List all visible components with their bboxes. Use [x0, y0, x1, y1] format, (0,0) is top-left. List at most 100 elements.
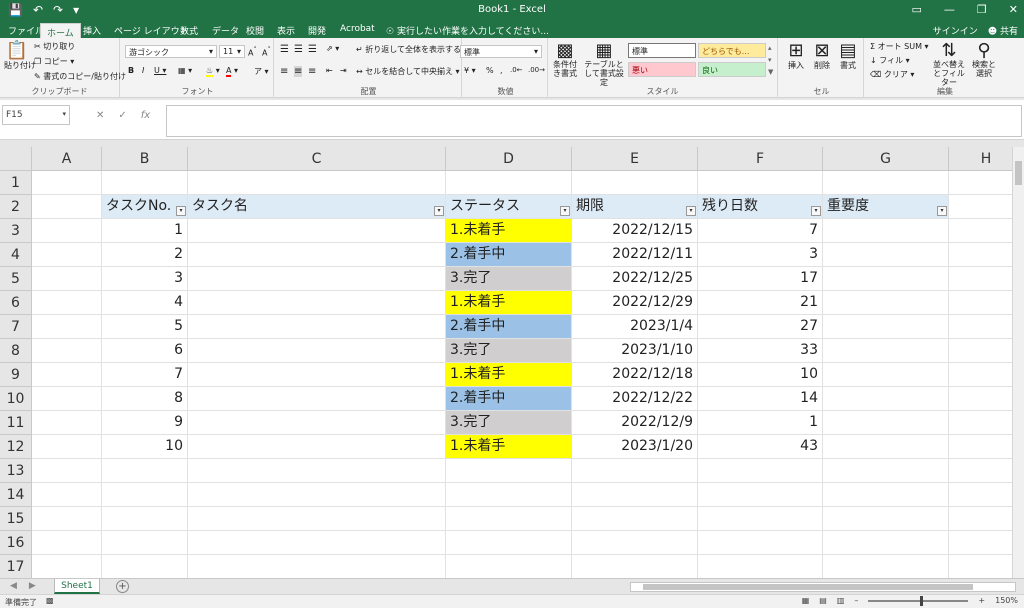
underline-button[interactable]: U ▾ [154, 66, 166, 75]
cell-a11[interactable] [32, 411, 102, 435]
tab-acrobat[interactable]: Acrobat [340, 24, 375, 34]
normal-view-icon[interactable]: ▦ [802, 596, 810, 605]
page-break-view-icon[interactable]: ▥ [837, 596, 845, 605]
fill-button[interactable]: ↓ フィル ▾ [870, 55, 910, 66]
due-date-cell[interactable]: 2022/12/9 [572, 411, 698, 435]
table-header-cell[interactable]: タスク名 ▾ [188, 195, 446, 219]
cell-d1[interactable] [446, 171, 572, 195]
tab-home[interactable]: ホーム [40, 23, 81, 39]
filter-dropdown-icon[interactable]: ▾ [937, 206, 947, 216]
row-header-12[interactable]: 12 [0, 435, 32, 459]
formula-input[interactable] [166, 105, 1022, 137]
days-left-cell[interactable]: 10 [698, 363, 823, 387]
column-header-c[interactable]: C [188, 147, 446, 171]
cell-f15[interactable] [698, 507, 823, 531]
due-date-cell[interactable]: 2023/1/10 [572, 339, 698, 363]
wrap-text-button[interactable]: ↵ 折り返して全体を表示する [356, 44, 461, 55]
cell-a3[interactable] [32, 219, 102, 243]
row-header-9[interactable]: 9 [0, 363, 32, 387]
filter-dropdown-icon[interactable]: ▾ [176, 206, 186, 216]
due-date-cell[interactable]: 2022/12/18 [572, 363, 698, 387]
filter-dropdown-icon[interactable]: ▾ [811, 206, 821, 216]
status-cell[interactable]: 1.未着手 [446, 363, 572, 387]
delete-cells-button[interactable]: ⊠ 削除 [810, 42, 834, 71]
task-name-cell[interactable] [188, 291, 446, 315]
task-name-cell[interactable] [188, 243, 446, 267]
status-cell[interactable]: 2.着手中 [446, 315, 572, 339]
task-no-cell[interactable]: 7 [102, 363, 188, 387]
task-no-cell[interactable]: 4 [102, 291, 188, 315]
cell-g15[interactable] [823, 507, 949, 531]
function-icon[interactable]: fx [141, 110, 150, 121]
cell-d17[interactable] [446, 555, 572, 578]
align-top-icon[interactable]: ☰ [280, 44, 289, 55]
horizontal-scrollbar[interactable] [630, 582, 1016, 592]
days-left-cell[interactable]: 27 [698, 315, 823, 339]
table-header-cell[interactable]: 重要度 ▾ [823, 195, 949, 219]
task-name-cell[interactable] [188, 339, 446, 363]
filter-dropdown-icon[interactable]: ▾ [434, 206, 444, 216]
due-date-cell[interactable]: 2022/12/11 [572, 243, 698, 267]
sort-filter-button[interactable]: ⇅ 並べ替えとフィルター [930, 42, 968, 88]
name-box[interactable]: F15 ▾ [2, 105, 70, 125]
row-header-17[interactable]: 17 [0, 555, 32, 578]
cell-a4[interactable] [32, 243, 102, 267]
column-header-d[interactable]: D [446, 147, 572, 171]
font-grow-button[interactable]: A˄ [248, 46, 257, 58]
cell-e1[interactable] [572, 171, 698, 195]
days-left-cell[interactable]: 43 [698, 435, 823, 459]
status-cell[interactable]: 1.未着手 [446, 219, 572, 243]
increase-indent-icon[interactable]: ⇥ [340, 66, 347, 75]
cell-c1[interactable] [188, 171, 446, 195]
column-header-e[interactable]: E [572, 147, 698, 171]
cell-b1[interactable] [102, 171, 188, 195]
tab-view[interactable]: 表示 [277, 24, 295, 37]
row-header-16[interactable]: 16 [0, 531, 32, 555]
next-sheet-icon[interactable]: ▶ [29, 581, 36, 591]
status-cell[interactable]: 1.未着手 [446, 291, 572, 315]
cell-c15[interactable] [188, 507, 446, 531]
task-no-cell[interactable]: 6 [102, 339, 188, 363]
cell-c13[interactable] [188, 459, 446, 483]
priority-cell[interactable] [823, 315, 949, 339]
cell-f1[interactable] [698, 171, 823, 195]
task-name-cell[interactable] [188, 363, 446, 387]
row-header-15[interactable]: 15 [0, 507, 32, 531]
decrease-indent-icon[interactable]: ⇤ [326, 66, 333, 75]
style-good[interactable]: 良い [698, 62, 766, 77]
tab-insert[interactable]: 挿入 [83, 24, 101, 37]
copy-button[interactable]: ❐ コピー ▾ [34, 56, 74, 67]
format-painter-button[interactable]: ✎ 書式のコピー/貼り付け [34, 71, 126, 82]
task-no-cell[interactable]: 9 [102, 411, 188, 435]
cell-d14[interactable] [446, 483, 572, 507]
priority-cell[interactable] [823, 435, 949, 459]
fill-color-button[interactable]: ♨ ▾ [206, 66, 220, 77]
insert-cells-button[interactable]: ⊞ 挿入 [784, 42, 808, 71]
cell-a5[interactable] [32, 267, 102, 291]
priority-cell[interactable] [823, 363, 949, 387]
task-name-cell[interactable] [188, 267, 446, 291]
days-left-cell[interactable]: 17 [698, 267, 823, 291]
cell-b14[interactable] [102, 483, 188, 507]
priority-cell[interactable] [823, 387, 949, 411]
spreadsheet-grid[interactable]: ABCDEFGH 1 2 3 4 5 6 7 8 9 10 11 12 13 14 15 16 17 タスクNo… [0, 147, 1024, 578]
task-no-cell[interactable]: 5 [102, 315, 188, 339]
status-cell[interactable]: 3.完了 [446, 339, 572, 363]
cell-e13[interactable] [572, 459, 698, 483]
cell-d16[interactable] [446, 531, 572, 555]
align-left-icon[interactable]: ≡ [280, 66, 288, 77]
merge-center-button[interactable]: ↔ セルを結合して中央揃え ▾ [356, 66, 460, 77]
share-button[interactable]: ☻ 共有 [988, 24, 1018, 37]
cell-a1[interactable] [32, 171, 102, 195]
zoom-slider-thumb[interactable] [920, 595, 924, 606]
row-header-2[interactable]: 2 [0, 195, 32, 219]
comma-button[interactable]: , [500, 66, 503, 75]
days-left-cell[interactable]: 7 [698, 219, 823, 243]
format-cells-button[interactable]: ▤ 書式 [836, 42, 860, 71]
cell-b15[interactable] [102, 507, 188, 531]
restore-icon[interactable]: ❐ [977, 3, 987, 16]
priority-cell[interactable] [823, 291, 949, 315]
days-left-cell[interactable]: 3 [698, 243, 823, 267]
tell-me-search[interactable]: ☉ 実行したい作業を入力してください... [386, 24, 549, 37]
row-header-8[interactable]: 8 [0, 339, 32, 363]
